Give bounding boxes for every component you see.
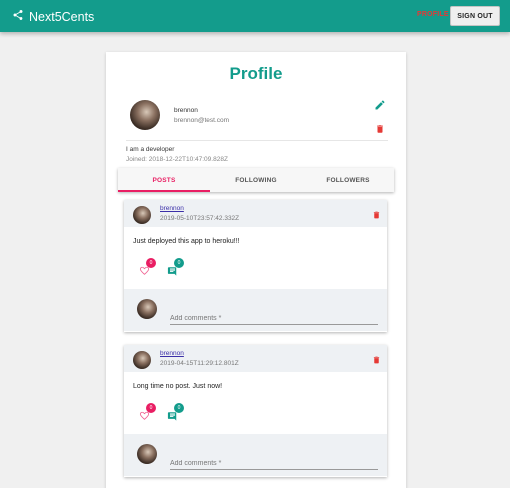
comments-count-badge: 0 [174, 258, 184, 268]
delete-post-button[interactable] [372, 352, 381, 364]
sign-out-button[interactable]: SIGN OUT [450, 6, 500, 26]
avatar [137, 444, 157, 464]
tab-following[interactable]: FOLLOWING [210, 168, 302, 192]
trash-icon [373, 356, 380, 364]
page-title: Profile [229, 64, 283, 83]
comment-input[interactable] [170, 458, 378, 470]
likes-count-badge: 0 [146, 258, 156, 268]
profile-tabs: POSTS FOLLOWING FOLLOWERS [118, 168, 394, 192]
trash-icon [377, 125, 383, 133]
post-header: brennon 2019-05-10T23:57:42.332Z [124, 200, 387, 227]
post-card: brennon 2019-04-15T11:29:12.801Z Long ti… [124, 345, 387, 477]
share-icon [12, 8, 24, 26]
avatar [130, 100, 160, 130]
profile-email: brennon@test.com [174, 117, 230, 124]
app-name: Next5Cents [29, 10, 95, 24]
trash-icon [373, 211, 380, 219]
post-comment-area [124, 289, 387, 331]
active-tab-indicator [118, 190, 210, 192]
nav-profile-link[interactable]: PROFILE [417, 11, 449, 18]
avatar [137, 299, 157, 319]
post-author-link[interactable]: brennon [160, 350, 184, 357]
divider [126, 140, 388, 141]
delete-post-button[interactable] [372, 207, 381, 219]
post-date: 2019-04-15T11:29:12.801Z [160, 360, 239, 367]
delete-profile-button[interactable] [375, 122, 385, 134]
profile-name: brennon [174, 107, 198, 114]
app-bar: Next5Cents PROFILE SIGN OUT [0, 0, 510, 32]
likes-count-badge: 0 [146, 403, 156, 413]
post-card: brennon 2019-05-10T23:57:42.332Z Just de… [124, 200, 387, 332]
tab-followers[interactable]: FOLLOWERS [302, 168, 394, 192]
post-date: 2019-05-10T23:57:42.332Z [160, 215, 240, 222]
profile-about: I am a developer [126, 146, 175, 153]
post-author-link[interactable]: brennon [160, 205, 184, 212]
post-header: brennon 2019-04-15T11:29:12.801Z [124, 345, 387, 372]
avatar [133, 206, 151, 224]
edit-profile-button[interactable] [374, 98, 386, 110]
post-text: Just deployed this app to heroku!!! [133, 238, 240, 245]
profile-joined-date: Joined: 2018-12-22T10:47:09.828Z [126, 156, 228, 163]
comments-count-badge: 0 [174, 403, 184, 413]
post-text: Long time no post. Just now! [133, 383, 223, 390]
pencil-icon [375, 100, 385, 110]
post-comment-area [124, 434, 387, 476]
brand[interactable]: Next5Cents [12, 8, 94, 26]
tab-posts[interactable]: POSTS [118, 168, 210, 192]
comment-input[interactable] [170, 313, 378, 325]
avatar [133, 351, 151, 369]
